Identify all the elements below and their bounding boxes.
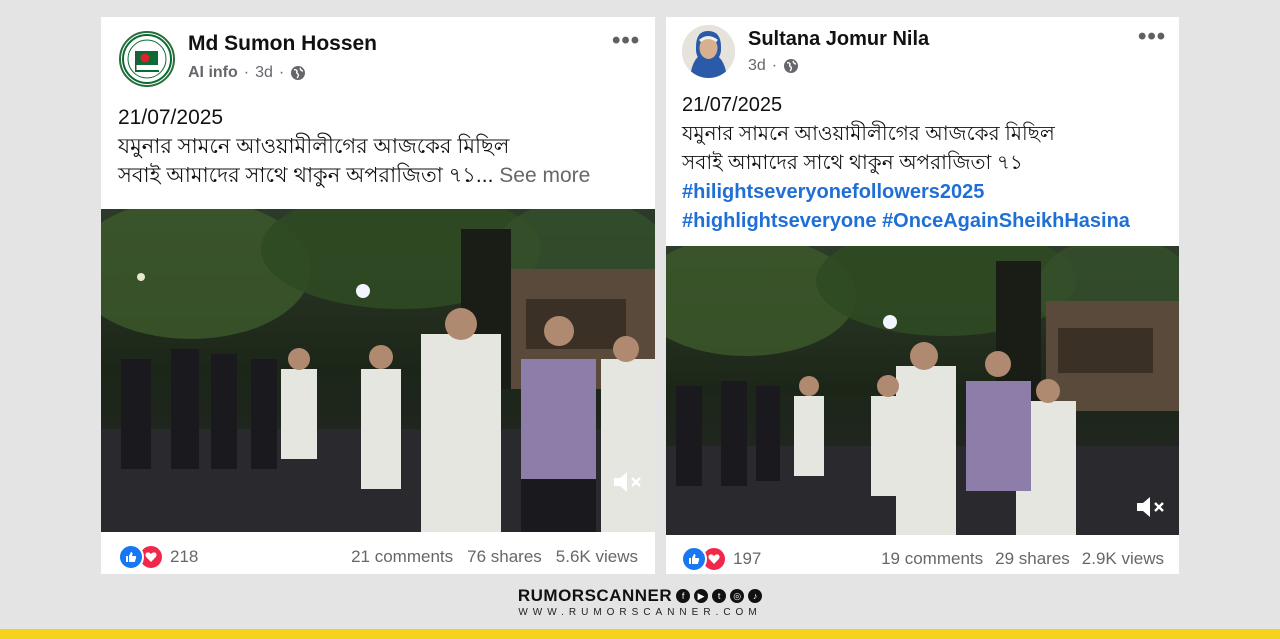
video-player[interactable]	[101, 209, 655, 532]
reaction-count: 218	[170, 547, 199, 566]
hashtag-1[interactable]: #hilightseveryonefollowers2025	[682, 178, 1130, 207]
reactions-summary[interactable]: 218	[118, 544, 198, 570]
post-card-right: Sultana Jomur Nila 3d · ••• 21/07/2025 য…	[666, 17, 1179, 574]
hashtag-line: #highlightseveryone #OnceAgainSheikhHasi…	[682, 207, 1130, 236]
author-name[interactable]: Md Sumon Hossen	[188, 32, 377, 56]
shares-count[interactable]: 29 shares	[995, 549, 1070, 569]
avatar[interactable]	[682, 25, 735, 78]
more-options-icon[interactable]: •••	[612, 27, 640, 55]
hashtag-2[interactable]: #highlightseveryone	[682, 210, 877, 232]
post-text: 21/07/2025 যমুনার সামনে আওয়ামীলীগের আজক…	[682, 91, 1130, 236]
shares-count[interactable]: 76 shares	[467, 547, 542, 567]
separator-dot: ·	[771, 57, 778, 74]
post-time[interactable]: 3d	[748, 57, 766, 75]
see-more-link[interactable]: See more	[499, 164, 590, 187]
brand-yellow-bar	[0, 629, 1280, 639]
post-meta: 3d ·	[748, 57, 799, 75]
post-line-2: সবাই আমাদের সাথে থাকুন অপরাজিতা ৭১	[682, 152, 1023, 174]
post-footer: 197 19 comments 29 shares 2.9K views	[666, 546, 1179, 572]
video-frame	[666, 246, 1179, 535]
facebook-icon: f	[676, 589, 691, 603]
post-time[interactable]: 3d	[255, 64, 273, 82]
avatar[interactable]	[119, 31, 175, 87]
separator-dot: ·	[243, 64, 250, 81]
like-icon	[681, 546, 707, 572]
views-count: 5.6K views	[555, 547, 638, 566]
ai-info-tag[interactable]: AI info	[188, 64, 238, 82]
separator-dot: ·	[278, 64, 285, 81]
video-player[interactable]	[666, 246, 1179, 535]
post-line-1: যমুনার সামনে আওয়ামীলীগের আজকের মিছিল	[682, 123, 1055, 145]
comments-count[interactable]: 21 comments	[351, 547, 453, 567]
mute-icon[interactable]	[610, 468, 644, 496]
post-meta: AI info · 3d ·	[188, 64, 306, 82]
post-date: 21/07/2025	[118, 106, 224, 129]
hashtag-3[interactable]: #OnceAgainSheikhHasina	[882, 210, 1130, 232]
globe-icon	[291, 66, 306, 80]
views-count: 2.9K views	[1081, 549, 1164, 568]
profile-photo	[682, 25, 735, 78]
brand-url: WWW.RUMORSCANNER.COM	[518, 607, 762, 618]
mute-icon[interactable]	[1133, 493, 1167, 521]
tiktok-icon: ♪	[748, 589, 763, 603]
video-frame	[101, 209, 655, 532]
post-line-1: যমুনার সামনে আওয়ামীলীগের আজকের মিছিল	[118, 135, 510, 158]
comments-count[interactable]: 19 comments	[881, 549, 983, 569]
more-options-icon[interactable]: •••	[1138, 23, 1166, 51]
reaction-count: 197	[733, 549, 762, 568]
post-line-2: সবাই আমাদের সাথে থাকুন অপরাজিতা ৭১... Se…	[118, 164, 591, 187]
post-date: 21/07/2025	[682, 94, 783, 116]
like-icon	[118, 544, 144, 570]
globe-icon	[784, 59, 799, 73]
youtube-icon: ▶	[694, 589, 709, 603]
instagram-icon: ◎	[730, 589, 745, 603]
post-card-left: Md Sumon Hossen AI info · 3d · ••• 21/07…	[101, 17, 655, 574]
party-logo-icon	[122, 34, 172, 84]
rumorscanner-brand: RUMORSCANNER f ▶ t ◎ ♪ WWW.RUMORSCANNER.…	[0, 586, 1280, 618]
author-name[interactable]: Sultana Jomur Nila	[748, 28, 929, 51]
brand-name: RUMORSCANNER	[517, 586, 673, 605]
reactions-summary[interactable]: 197	[681, 546, 761, 572]
twitter-icon: t	[712, 589, 727, 603]
post-footer: 218 21 comments 76 shares 5.6K views	[101, 544, 655, 570]
post-text: 21/07/2025 যমুনার সামনে আওয়ামীলীগের আজক…	[118, 103, 590, 190]
